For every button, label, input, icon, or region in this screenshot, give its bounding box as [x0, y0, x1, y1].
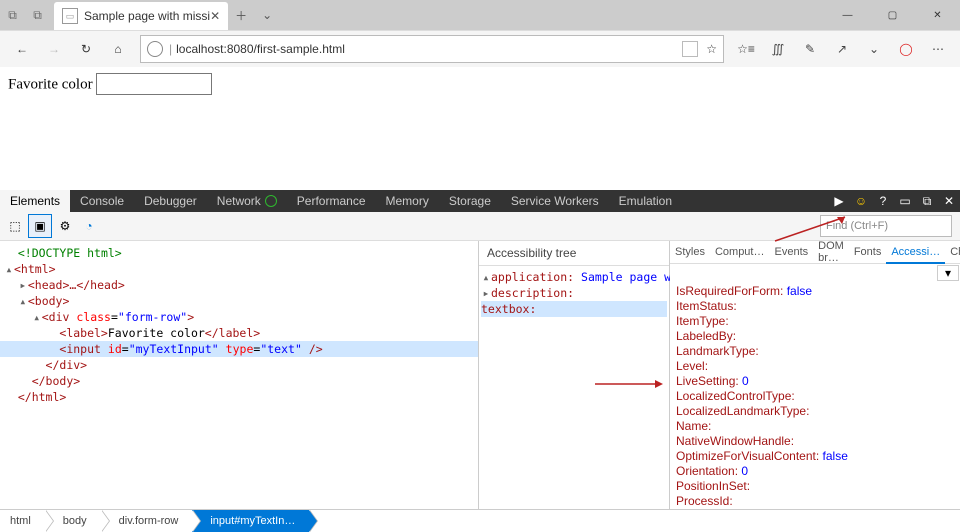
- tab-debugger[interactable]: Debugger: [134, 190, 207, 212]
- tab-performance[interactable]: Performance: [287, 190, 376, 212]
- window-glyph-2-icon: ⧉: [33, 8, 42, 23]
- forward-button[interactable]: →: [38, 33, 70, 65]
- help-icon[interactable]: ?: [872, 194, 894, 208]
- crumb-input[interactable]: input#myTextIn…: [192, 510, 309, 532]
- tab-elements[interactable]: Elements: [0, 190, 70, 212]
- tab-overflow-icon[interactable]: ⌄: [254, 0, 280, 30]
- accessibility-tree-title: Accessibility tree: [479, 241, 669, 266]
- acc-tree-row-selected[interactable]: textbox:: [481, 301, 667, 317]
- ptab-fonts[interactable]: Fonts: [849, 241, 887, 263]
- acc-tree-row[interactable]: ▸description:: [481, 285, 667, 301]
- properties-tabs: Styles Comput… Events DOM br… Fonts Acce…: [670, 241, 960, 264]
- accessibility-tree-panel: Accessibility tree ▴application: Sample …: [479, 241, 670, 509]
- reading-view-icon[interactable]: [682, 41, 698, 57]
- property-row[interactable]: LocalizedControlType:: [676, 389, 954, 404]
- titlebar: ⧉ ⧉ ▭ Sample page with missi ✕ ＋ ⌄ — ▢ ✕: [0, 0, 960, 30]
- site-info-icon[interactable]: [147, 41, 163, 57]
- find-placeholder: Find (Ctrl+F): [826, 220, 888, 232]
- accessibility-icon[interactable]: ⚙: [54, 215, 76, 237]
- property-row[interactable]: LandmarkType:: [676, 344, 954, 359]
- browser-tab[interactable]: ▭ Sample page with missi ✕: [54, 2, 228, 30]
- properties-list[interactable]: IsRequiredForForm: falseItemStatus:ItemT…: [670, 282, 960, 509]
- tab-storage[interactable]: Storage: [439, 190, 501, 212]
- crumb-div[interactable]: div.form-row: [101, 510, 193, 532]
- ptab-styles[interactable]: Styles: [670, 241, 710, 263]
- dom-tree-panel[interactable]: <!DOCTYPE html> ▴<html> ▸<head>…</head> …: [0, 241, 479, 509]
- select-element-icon[interactable]: ⬚: [4, 215, 26, 237]
- navbar: ← → ↻ ⌂ | localhost:8080/first-sample.ht…: [0, 30, 960, 67]
- property-row[interactable]: ItemType:: [676, 314, 954, 329]
- extension-icon[interactable]: ◯: [890, 33, 922, 65]
- property-row[interactable]: Name:: [676, 419, 954, 434]
- tab-memory[interactable]: Memory: [376, 190, 439, 212]
- tab-console[interactable]: Console: [70, 190, 134, 212]
- address-bar[interactable]: | localhost:8080/first-sample.html ☆: [140, 35, 724, 63]
- property-row[interactable]: Orientation: 0: [676, 464, 954, 479]
- tab-network[interactable]: Network: [207, 190, 287, 212]
- favorite-color-input[interactable]: [96, 73, 212, 95]
- acc-tree-row[interactable]: ▴application: Sample page with mi…: [481, 269, 667, 285]
- property-row[interactable]: OptimizeForVisualContent: false: [676, 449, 954, 464]
- pocket-icon[interactable]: ⌄: [858, 33, 890, 65]
- more-icon[interactable]: ⋯: [922, 33, 954, 65]
- undock-icon[interactable]: ⧉: [916, 194, 938, 209]
- new-tab-button[interactable]: ＋: [228, 0, 254, 30]
- property-row[interactable]: NativeWindowHandle:: [676, 434, 954, 449]
- reading-list-icon[interactable]: ∭: [762, 33, 794, 65]
- close-window-button[interactable]: ✕: [915, 0, 960, 30]
- devtools: Elements Console Debugger Network Perfor…: [0, 190, 960, 532]
- find-input[interactable]: Find (Ctrl+F): [820, 215, 952, 237]
- home-button[interactable]: ⌂: [102, 33, 134, 65]
- record-icon: [265, 195, 277, 207]
- highlight-icon[interactable]: ▣: [28, 214, 52, 238]
- ptab-changes[interactable]: Changes: [945, 241, 960, 263]
- page-content: Favorite color: [0, 67, 960, 199]
- ptab-dom-breakpoints[interactable]: DOM br…: [813, 241, 849, 263]
- feedback-icon[interactable]: ☺: [850, 194, 872, 208]
- tab-service-workers[interactable]: Service Workers: [501, 190, 609, 212]
- console-toggle-icon[interactable]: ▶: [828, 194, 850, 208]
- ptab-accessibility[interactable]: Accessi…: [886, 241, 945, 264]
- maximize-button[interactable]: ▢: [870, 0, 915, 30]
- property-row[interactable]: ProcessId:: [676, 494, 954, 509]
- property-row[interactable]: ItemStatus:: [676, 299, 954, 314]
- window-glyph-1-icon: ⧉: [8, 8, 17, 23]
- property-row[interactable]: PositionInSet:: [676, 479, 954, 494]
- notes-icon[interactable]: ✎: [794, 33, 826, 65]
- crumb-html[interactable]: html: [0, 510, 45, 532]
- color-picker-icon[interactable]: ◔: [78, 215, 100, 237]
- minimize-button[interactable]: —: [825, 0, 870, 30]
- devtools-tabbar: Elements Console Debugger Network Perfor…: [0, 190, 960, 212]
- favicon-icon: ▭: [62, 8, 78, 24]
- properties-panel: Styles Comput… Events DOM br… Fonts Acce…: [670, 241, 960, 509]
- ptab-computed[interactable]: Comput…: [710, 241, 770, 263]
- tab-emulation[interactable]: Emulation: [609, 190, 682, 212]
- favorite-color-label: Favorite color: [8, 77, 93, 93]
- share-icon[interactable]: ↗: [826, 33, 858, 65]
- property-row[interactable]: LabeledBy:: [676, 329, 954, 344]
- property-row[interactable]: LocalizedLandmarkType:: [676, 404, 954, 419]
- favorite-icon[interactable]: ☆: [706, 42, 717, 56]
- refresh-button[interactable]: ↻: [70, 33, 102, 65]
- property-row[interactable]: Level:: [676, 359, 954, 374]
- back-button[interactable]: ←: [6, 33, 38, 65]
- url-text: localhost:8080/first-sample.html: [176, 42, 345, 56]
- breadcrumb: html body div.form-row input#myTextIn…: [0, 509, 960, 532]
- property-row[interactable]: LiveSetting: 0: [676, 374, 954, 389]
- tab-title: Sample page with missi: [84, 9, 210, 23]
- ptab-events[interactable]: Events: [770, 241, 814, 263]
- devtools-close-icon[interactable]: ✕: [938, 194, 960, 208]
- dock-icon[interactable]: ▭: [894, 194, 916, 208]
- devtools-toolbar: ⬚ ▣ ⚙ ◔ Find (Ctrl+F): [0, 212, 960, 241]
- property-row[interactable]: IsRequiredForForm: false: [676, 284, 954, 299]
- filter-icon[interactable]: ▾: [937, 265, 959, 281]
- dom-selected-node[interactable]: <input id="myTextInput" type="text" />: [0, 341, 478, 357]
- favorites-hub-icon[interactable]: ☆≡: [730, 33, 762, 65]
- tab-close-icon[interactable]: ✕: [210, 9, 220, 23]
